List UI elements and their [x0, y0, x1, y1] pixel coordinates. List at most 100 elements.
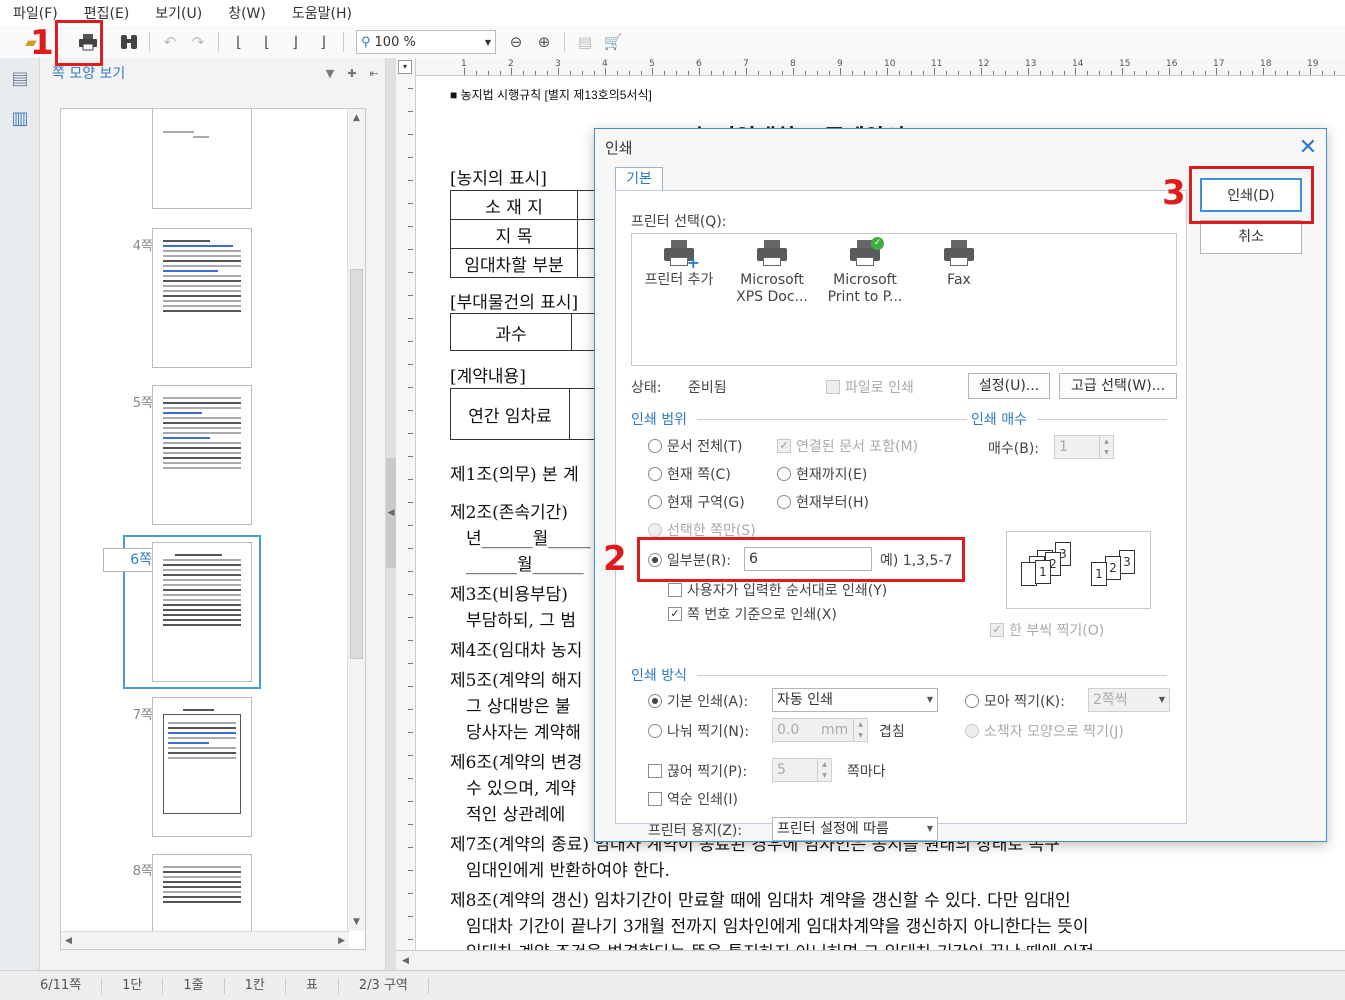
gather-value: 2쪽씩 — [1093, 692, 1128, 708]
ruler-tick — [1169, 68, 1170, 75]
article: 제4조(임대차 농지 — [450, 641, 583, 661]
ruler-tick — [547, 71, 548, 75]
radio-from-current[interactable] — [777, 495, 791, 509]
ruler-tick — [793, 68, 794, 75]
ruler-number: 19 — [1307, 59, 1319, 69]
ruler-tick — [1064, 71, 1065, 75]
ruler-tick — [408, 226, 413, 227]
copies-input[interactable]: 1 ▲ ▼ — [1054, 435, 1114, 459]
collate-checkbox[interactable]: ✓ — [990, 623, 1004, 637]
scroll-thumb[interactable] — [350, 269, 363, 659]
per-page-label: 쪽마다 — [847, 764, 886, 780]
page-up-icon[interactable]: ⌊ — [254, 29, 280, 55]
ruler-tick — [523, 71, 524, 75]
undo-icon[interactable]: ↶ — [157, 29, 183, 55]
tab-basic[interactable]: 기본 — [615, 167, 663, 191]
ruler-tick — [408, 617, 413, 618]
radio-gather-print[interactable] — [965, 694, 979, 708]
scroll-up-icon[interactable]: ▲ — [348, 109, 365, 127]
cancel-button[interactable]: 취소 — [1200, 220, 1302, 254]
document-hscrollbar[interactable]: ◀ — [396, 950, 1345, 970]
ruler-tick — [408, 88, 413, 89]
gather-select[interactable]: 2쪽씩 ▼ — [1088, 688, 1170, 712]
page-thumbnail[interactable] — [152, 542, 252, 682]
break-print-checkbox[interactable] — [648, 764, 662, 778]
cart-icon[interactable]: 🛒 — [600, 29, 626, 55]
page-thumbnail[interactable] — [152, 697, 252, 837]
page-down-icon[interactable]: ⌋ — [310, 29, 336, 55]
article-text: 그 상대방은 불 — [466, 697, 571, 717]
article: 제3조(비용부담) — [450, 585, 568, 605]
user-order-checkbox[interactable] — [668, 583, 682, 597]
radio-selected-pages[interactable] — [648, 523, 662, 537]
printer-list[interactable]: + 프린터 추가 Microsoft XPS Doc... ✓ Microsof… — [631, 233, 1177, 366]
radio-current-section[interactable] — [648, 495, 662, 509]
spinner-icon[interactable]: ▲ ▼ — [1099, 436, 1113, 458]
printer-item-add[interactable]: + 프린터 추가 — [634, 240, 724, 289]
radio-split-print[interactable] — [648, 724, 662, 738]
radio-current-page[interactable] — [648, 467, 662, 481]
annotation-label-3: 3 — [1162, 173, 1186, 213]
page-view-icon[interactable]: ▥ — [0, 98, 40, 138]
current-page-label: 현재 쪽(C) — [667, 467, 731, 483]
overlap-label: 겹침 — [879, 724, 905, 740]
scroll-right-icon[interactable]: ▶ — [338, 936, 345, 946]
scroll-left-icon[interactable]: ◀ — [402, 956, 409, 966]
break-input[interactable]: 5 ▲ ▼ — [772, 758, 832, 782]
radio-booklet[interactable] — [965, 724, 979, 738]
close-icon[interactable]: ✕ — [1290, 135, 1326, 160]
splitter-grip-icon[interactable]: ◀ — [386, 458, 396, 568]
panel-collapse-icon[interactable]: ⇤ — [363, 67, 385, 80]
reverse-print-label: 역순 인쇄(I) — [667, 792, 739, 808]
zoom-search-icon: ⚲ — [361, 34, 371, 50]
reverse-print-checkbox[interactable] — [648, 792, 662, 806]
page-left-icon[interactable]: ⌊ — [226, 29, 252, 55]
table-cell: 과수 — [450, 313, 572, 351]
scroll-left-icon[interactable]: ◀ — [65, 936, 72, 946]
list-view-icon[interactable]: ▤ — [0, 58, 40, 98]
document-icon[interactable]: ▤ — [572, 29, 598, 55]
radio-until-current[interactable] — [777, 467, 791, 481]
ruler-tick — [408, 594, 413, 595]
menu-help[interactable]: 도움말(H) — [279, 3, 365, 23]
radio-basic-print[interactable] — [648, 694, 662, 708]
split-input[interactable]: 0.0 mm ▲ ▼ — [772, 718, 868, 742]
menu-window[interactable]: 창(W) — [215, 3, 279, 23]
settings-button[interactable]: 설정(U)... — [968, 373, 1050, 399]
printer-item-pdf[interactable]: ✓ Microsoft Print to P... — [820, 237, 910, 306]
panel-dropdown-icon[interactable]: ▼ — [319, 67, 341, 80]
page-number-order-checkbox[interactable]: ✓ — [668, 607, 682, 621]
ruler-tick — [1216, 68, 1217, 75]
scroll-down-icon[interactable]: ▼ — [348, 913, 365, 931]
advanced-button[interactable]: 고급 선택(W)... — [1059, 373, 1177, 399]
panel-splitter[interactable]: ◀ — [386, 58, 396, 970]
printer-item-xps[interactable]: Microsoft XPS Doc... — [727, 240, 817, 306]
thumbnail-list[interactable]: 4쪽 5쪽 6쪽 7쪽 8쪽 ▲ ▼ ◀ ▶ — [60, 108, 366, 950]
zoom-in-icon[interactable]: ⊕ — [531, 29, 557, 55]
menu-view[interactable]: 보기(U) — [142, 3, 215, 23]
linked-doc-checkbox[interactable]: ✓ — [777, 439, 791, 453]
ruler-number: 17 — [1213, 59, 1225, 69]
page-thumbnail[interactable] — [152, 109, 252, 209]
article-text: 임대차 기간이 끝나기 3개월 전까지 임차인에게 임대차계약을 갱신하지 아니… — [466, 917, 1089, 937]
basic-print-select[interactable]: 자동 인쇄 ▼ — [772, 688, 938, 712]
status-object: 표 — [286, 977, 339, 994]
printer-item-fax[interactable]: Fax — [914, 240, 1004, 289]
ruler-tick — [652, 68, 653, 75]
find-binoculars-icon[interactable] — [116, 29, 142, 55]
radio-all-document[interactable] — [648, 439, 662, 453]
ruler-tick — [408, 295, 413, 296]
redo-icon[interactable]: ↷ — [185, 29, 211, 55]
file-print-checkbox[interactable] — [826, 380, 840, 394]
spinner-icon[interactable]: ▲ ▼ — [817, 759, 831, 781]
thumbnail-hscrollbar[interactable]: ◀ ▶ — [61, 931, 349, 949]
panel-pin-icon[interactable]: ✚ — [341, 67, 363, 80]
page-thumbnail[interactable] — [152, 228, 252, 368]
page-right-icon[interactable]: ⌋ — [282, 29, 308, 55]
spinner-icon[interactable]: ▲ ▼ — [853, 719, 867, 741]
thumbnail-scrollbar[interactable]: ▲ ▼ — [347, 109, 365, 931]
zoom-select[interactable]: ⚲ 100 % ▼ — [356, 30, 496, 54]
page-thumbnail[interactable] — [152, 385, 252, 525]
paper-select[interactable]: 프린터 설정에 따름 ▼ — [772, 817, 938, 841]
zoom-out-icon[interactable]: ⊖ — [503, 29, 529, 55]
